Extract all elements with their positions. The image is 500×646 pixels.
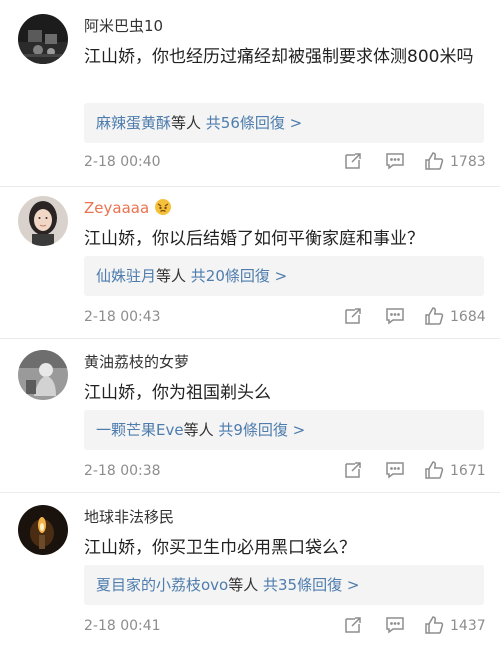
reply-count: 共20條回復 > — [190, 267, 288, 285]
comment-text: 江山娇，你也经历过痛经却被强制要求体测800米吗 — [84, 47, 474, 67]
reply-count: 共56條回復 > — [205, 114, 303, 132]
comment-icon[interactable] — [385, 615, 405, 635]
divider — [0, 338, 500, 339]
repost-icon[interactable] — [343, 306, 363, 326]
comment-meta: 2-18 00:40 1783 — [84, 151, 486, 173]
repost-icon[interactable] — [343, 615, 363, 635]
replies-link[interactable]: 麻辣蛋黄酥等人 共56條回復 > — [84, 103, 484, 143]
replies-link[interactable]: 一颗芒果Eve等人 共9條回復 > — [84, 410, 484, 450]
like-icon[interactable] — [424, 615, 444, 635]
repost-icon[interactable] — [343, 460, 363, 480]
like-count: 1671 — [450, 463, 486, 479]
comment-icon[interactable] — [385, 151, 405, 171]
comment-meta: 2-18 00:43 1684 — [84, 306, 486, 328]
timestamp: 2-18 00:43 — [84, 309, 161, 325]
like-icon[interactable] — [424, 460, 444, 480]
username[interactable]: Zeyaaaa — [84, 198, 172, 221]
reply-connector: 等人 — [228, 576, 264, 594]
like-icon[interactable] — [424, 151, 444, 171]
timestamp: 2-18 00:38 — [84, 463, 161, 479]
avatar[interactable] — [18, 196, 68, 246]
like-count: 1437 — [450, 618, 486, 634]
comment-icon[interactable] — [385, 306, 405, 326]
like-count: 1783 — [450, 154, 486, 170]
comment-text: 江山娇，你以后结婚了如何平衡家庭和事业？ — [84, 229, 424, 249]
reply-count: 共9條回復 > — [218, 421, 306, 439]
like-count: 1684 — [450, 309, 486, 325]
username[interactable]: 阿米巴虫10 — [84, 16, 163, 36]
comment-text: 江山娇，你为祖国剃头么 — [84, 383, 271, 403]
comment-meta: 2-18 00:38 1671 — [84, 460, 486, 482]
timestamp: 2-18 00:40 — [84, 154, 161, 170]
comment-meta: 2-18 00:41 1437 — [84, 615, 486, 637]
reply-connector: 等人 — [183, 421, 219, 439]
reply-connector: 等人 — [171, 114, 206, 132]
comment-icon[interactable] — [385, 460, 405, 480]
comment-text: 江山娇，你买卫生巾必用黑口袋么？ — [84, 538, 356, 558]
vip-face-icon — [154, 198, 172, 221]
comment-item: 地球非法移民 江山娇，你买卫生巾必用黑口袋么？ 夏目家的小荔枝ovo等人 共35… — [0, 505, 500, 645]
divider — [0, 186, 500, 187]
comment-item: 黄油荔枝的女萝 江山娇，你为祖国剃头么 一颗芒果Eve等人 共9條回復 > 2-… — [0, 350, 500, 490]
replies-link[interactable]: 夏目家的小荔枝ovo等人 共35條回復 > — [84, 565, 484, 605]
comment-item: Zeyaaaa 江山娇，你以后结婚了如何平衡家庭和事业？ 仙姝驻月等人 共20條… — [0, 196, 500, 336]
avatar[interactable] — [18, 505, 68, 555]
comment-item: 阿米巴虫10 江山娇，你也经历过痛经却被强制要求体测800米吗 麻辣蛋黄酥等人 … — [0, 14, 500, 184]
reply-author: 一颗芒果Eve — [96, 421, 184, 439]
replies-link[interactable]: 仙姝驻月等人 共20條回復 > — [84, 256, 484, 296]
timestamp: 2-18 00:41 — [84, 618, 161, 634]
reply-author: 麻辣蛋黄酥 — [96, 114, 172, 132]
avatar[interactable] — [18, 350, 68, 400]
reply-count: 共35條回復 > — [263, 576, 360, 594]
username[interactable]: 地球非法移民 — [84, 507, 174, 527]
avatar[interactable] — [18, 14, 68, 64]
divider — [0, 492, 500, 493]
reply-author: 仙姝驻月 — [96, 267, 157, 285]
reply-connector: 等人 — [156, 267, 191, 285]
like-icon[interactable] — [424, 306, 444, 326]
reply-author: 夏目家的小荔枝ovo — [96, 576, 229, 594]
username[interactable]: 黄油荔枝的女萝 — [84, 352, 189, 372]
repost-icon[interactable] — [343, 151, 363, 171]
